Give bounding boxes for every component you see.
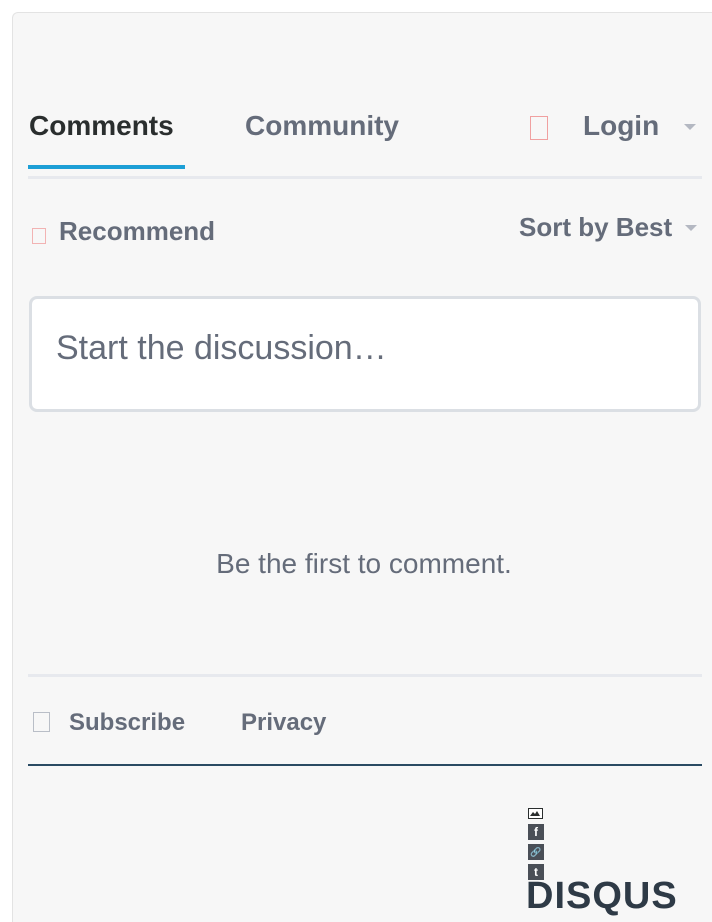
tab-community[interactable]: Community (245, 110, 399, 142)
recommend-button[interactable]: Recommend (59, 216, 215, 247)
footer-rule (28, 764, 702, 766)
sort-dropdown[interactable]: Sort by Best (519, 212, 672, 243)
active-tab-indicator (28, 165, 185, 169)
envelope-icon[interactable] (33, 712, 50, 732)
heart-icon[interactable] (32, 228, 46, 244)
privacy-link[interactable]: Privacy (241, 709, 326, 737)
empty-state-message: Be the first to comment. (216, 548, 512, 579)
notification-icon[interactable] (530, 116, 548, 140)
footer-divider (28, 674, 702, 677)
disqus-thread (12, 12, 712, 922)
login-chevron-down-icon[interactable] (684, 124, 696, 130)
login-button[interactable]: Login (583, 110, 659, 142)
link-icon[interactable]: 🔗 (528, 844, 544, 860)
tabs-divider (28, 176, 702, 179)
disqus-logo[interactable]: DISQUS (526, 874, 678, 918)
comment-composer[interactable]: Start the discussion… (29, 296, 701, 412)
composer-placeholder: Start the discussion… (56, 329, 387, 367)
tab-comments[interactable]: Comments (29, 110, 174, 142)
facebook-icon[interactable]: f (528, 824, 544, 840)
subscribe-link[interactable]: Subscribe (69, 709, 185, 737)
sort-chevron-down-icon[interactable] (685, 225, 697, 231)
image-icon (528, 808, 543, 819)
